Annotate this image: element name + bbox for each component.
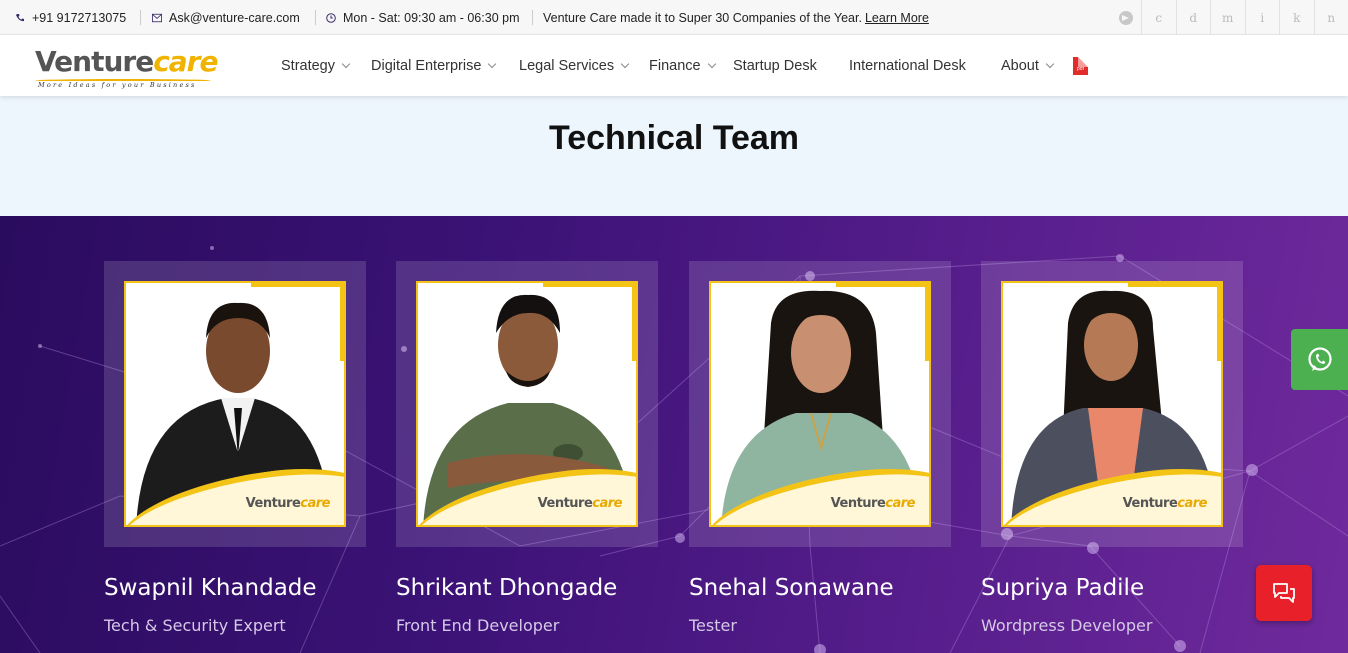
- chevron-down-icon: [488, 59, 497, 68]
- nav-item-strategy[interactable]: Strategy: [281, 35, 351, 96]
- chevron-down-icon: [707, 59, 716, 68]
- social-k-icon[interactable]: k: [1279, 0, 1314, 35]
- section-title-band: Technical Team: [0, 96, 1348, 216]
- team-card[interactable]: Venturecare: [104, 261, 366, 547]
- whatsapp-icon: [1307, 346, 1332, 371]
- top-info-bar: +91 9172713075 Ask@venture-care.com Mon …: [0, 0, 1348, 35]
- team-photo: Venturecare: [416, 281, 638, 527]
- team-section: Venturecare Swapnil Khandade Tech & Secu…: [0, 216, 1348, 653]
- social-d-icon[interactable]: d: [1175, 0, 1211, 35]
- team-member-role: Tech & Security Expert: [104, 616, 286, 635]
- chat-icon: [1273, 583, 1295, 603]
- team-member-role: Front End Developer: [396, 616, 560, 635]
- nav-item-international-desk[interactable]: International Desk: [849, 35, 966, 96]
- announcement-text: Venture Care made it to Super 30 Compani…: [543, 10, 862, 25]
- main-header: Venturecare More Ideas for your Business…: [0, 35, 1348, 96]
- team-card[interactable]: Venturecare: [396, 261, 658, 547]
- team-card[interactable]: Venturecare: [689, 261, 951, 547]
- nav-item-legal-services[interactable]: Legal Services: [519, 35, 630, 96]
- photo-brand-logo: Venturecare: [537, 496, 623, 511]
- email-text: Ask@venture-care.com: [169, 10, 300, 25]
- business-hours: Mon - Sat: 09:30 am - 06:30 pm: [326, 0, 519, 35]
- team-photo: Venturecare: [709, 281, 931, 527]
- social-links: c d m i k n: [1111, 0, 1348, 35]
- whatsapp-button[interactable]: [1291, 329, 1348, 390]
- team-member-name: Swapnil Khandade: [104, 575, 317, 601]
- logo-tagline: More Ideas for your Business: [38, 81, 197, 89]
- nav-item-digital-enterprise[interactable]: Digital Enterprise: [371, 35, 497, 96]
- photo-brand-logo: Venturecare: [245, 496, 331, 511]
- nav-item-about[interactable]: About: [1001, 35, 1055, 96]
- logo-wordmark: Venturecare: [35, 45, 218, 78]
- learn-more-link[interactable]: Learn More: [865, 11, 929, 25]
- announcement: Venture Care made it to Super 30 Compani…: [543, 0, 929, 35]
- phone-contact[interactable]: +91 9172713075: [15, 0, 126, 35]
- topbar-divider: [532, 10, 533, 25]
- social-n-icon[interactable]: n: [1313, 0, 1348, 35]
- nav-item-startup-desk[interactable]: Startup Desk: [733, 35, 817, 96]
- mail-icon: [152, 13, 162, 22]
- team-member-role: Tester: [689, 616, 737, 635]
- topbar-divider: [315, 10, 316, 25]
- clock-icon: [326, 12, 336, 23]
- team-member-name: Snehal Sonawane: [689, 575, 894, 601]
- chevron-down-icon: [1045, 59, 1055, 68]
- team-member-name: Shrikant Dhongade: [396, 575, 618, 601]
- hours-text: Mon - Sat: 09:30 am - 06:30 pm: [343, 10, 520, 25]
- topbar-divider: [140, 10, 141, 25]
- chevron-down-icon: [620, 59, 630, 68]
- photo-brand-logo: Venturecare: [1122, 496, 1208, 511]
- team-card[interactable]: Venturecare: [981, 261, 1243, 547]
- social-m-icon[interactable]: m: [1210, 0, 1245, 35]
- pdf-icon[interactable]: pdf: [1073, 57, 1088, 75]
- nav-item-finance[interactable]: Finance: [649, 35, 716, 96]
- page-title: Technical Team: [548, 119, 800, 157]
- team-member-name: Supriya Padile: [981, 575, 1145, 601]
- phone-text: +91 9172713075: [32, 10, 127, 25]
- phone-icon: [16, 13, 24, 21]
- social-c-icon[interactable]: c: [1141, 0, 1176, 35]
- social-i-icon[interactable]: i: [1244, 0, 1280, 35]
- team-member-role: Wordpress Developer: [981, 616, 1153, 635]
- telegram-icon[interactable]: [1111, 0, 1141, 35]
- chevron-down-icon: [341, 59, 351, 68]
- team-photo: Venturecare: [124, 281, 346, 527]
- team-photo: Venturecare: [1001, 281, 1223, 527]
- venture-care-logo[interactable]: Venturecare More Ideas for your Business: [35, 41, 218, 91]
- chat-button[interactable]: [1256, 565, 1312, 621]
- email-contact[interactable]: Ask@venture-care.com: [152, 0, 300, 35]
- photo-brand-logo: Venturecare: [830, 496, 916, 511]
